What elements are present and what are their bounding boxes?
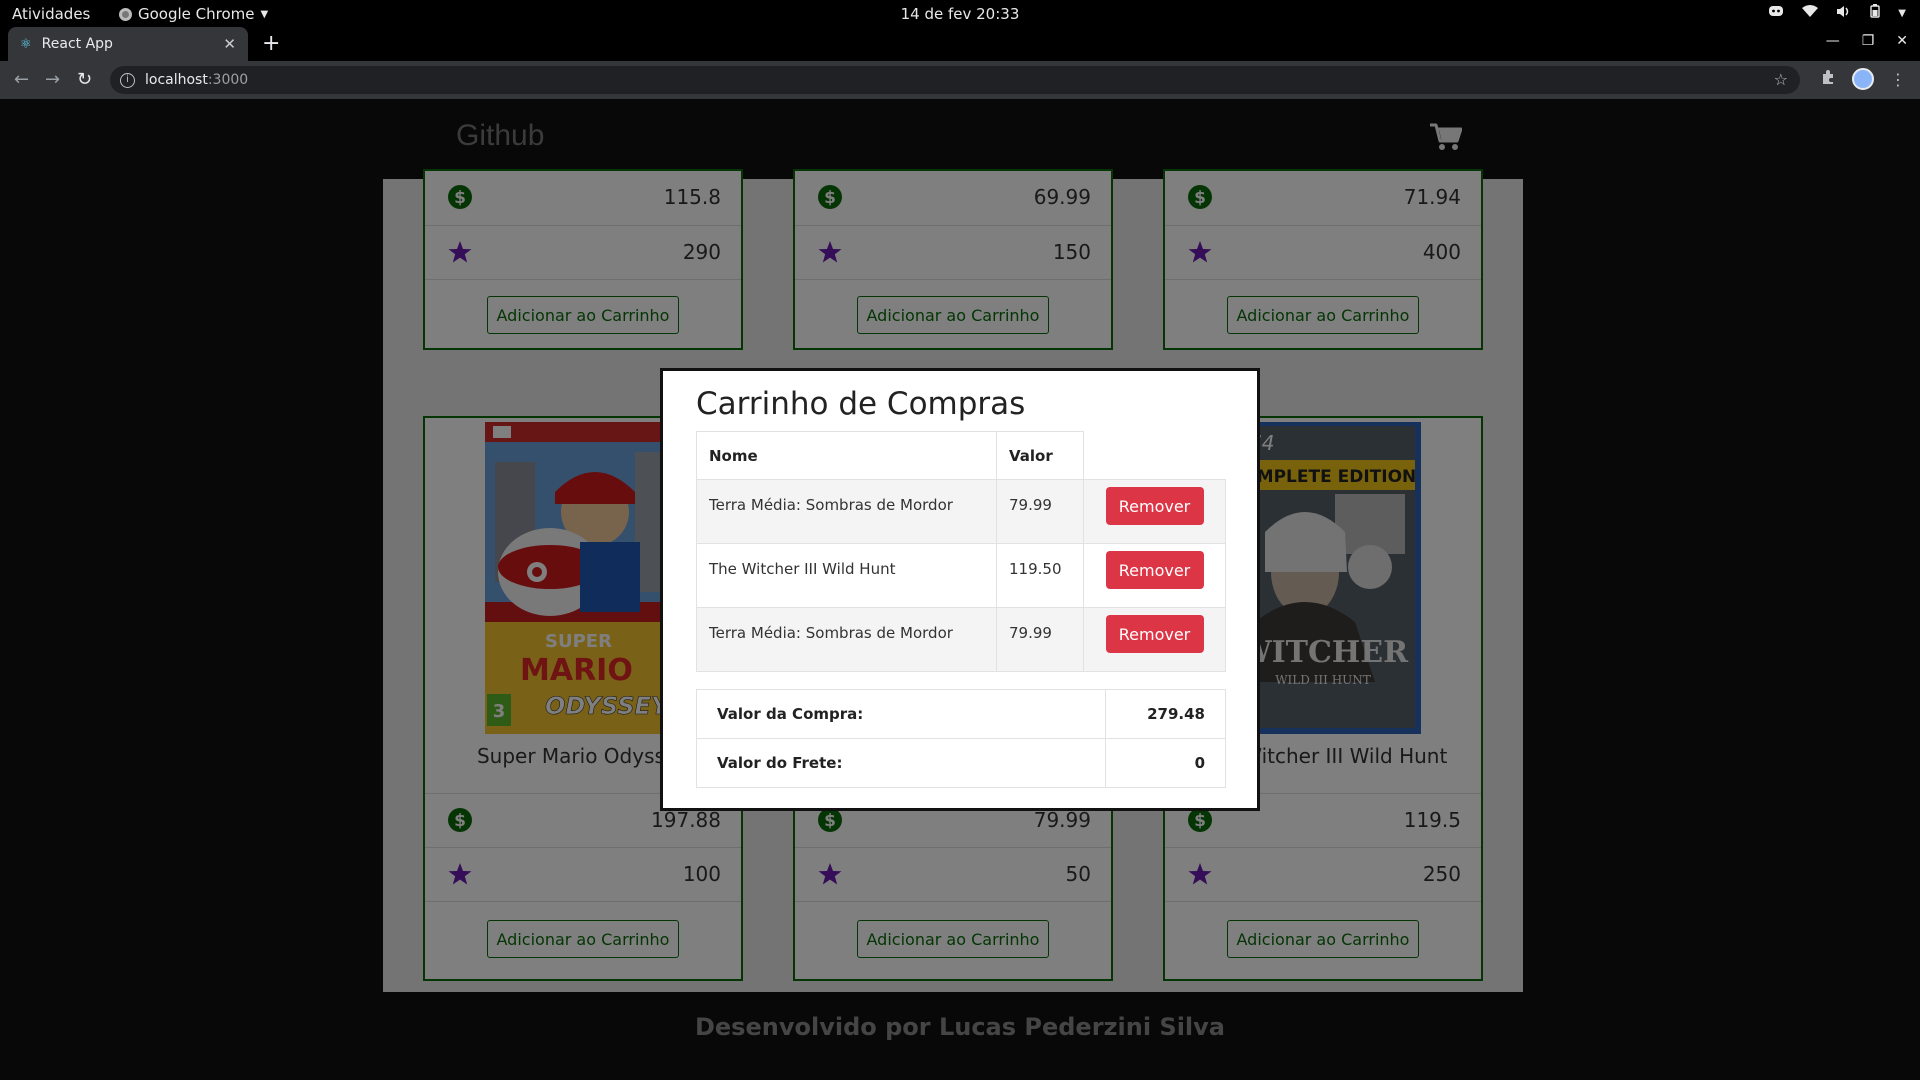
remove-button[interactable]: Remover — [1105, 487, 1204, 525]
address-bar[interactable]: i localhost:3000 ☆ — [110, 66, 1800, 94]
browser-toolbar: ← → ↻ i localhost:3000 ☆ ⋮ — [0, 61, 1920, 99]
table-row: Terra Média: Sombras de Mordor 79.99 Rem… — [696, 479, 1226, 544]
url-host: localhost — [145, 72, 208, 88]
window-controls: — ❐ ✕ — [1826, 33, 1908, 49]
item-name: The Witcher III Wild Hunt — [696, 543, 997, 608]
totals-table: Valor da Compra: 279.48 Valor do Frete: … — [696, 689, 1226, 788]
discord-icon[interactable] — [1768, 5, 1784, 21]
purchase-total-row: Valor da Compra: 279.48 — [696, 689, 1226, 739]
extensions-icon[interactable] — [1820, 69, 1836, 89]
profile-avatar[interactable] — [1852, 68, 1874, 90]
remove-button[interactable]: Remover — [1105, 615, 1204, 653]
column-header-actions — [1083, 431, 1226, 480]
purchase-total-label: Valor da Compra: — [696, 689, 1106, 739]
battery-icon[interactable] — [1870, 4, 1880, 22]
table-row: Terra Média: Sombras de Mordor 79.99 Rem… — [696, 607, 1226, 672]
system-tray[interactable]: ▼ — [1768, 4, 1906, 22]
column-header-value: Valor — [996, 431, 1084, 480]
item-actions: Remover — [1083, 607, 1226, 672]
table-row: The Witcher III Wild Hunt 119.50 Remover — [696, 543, 1226, 608]
close-tab-icon[interactable]: ✕ — [223, 35, 236, 53]
purchase-total-value: 279.48 — [1105, 689, 1226, 739]
item-name: Terra Média: Sombras de Mordor — [696, 479, 997, 544]
wifi-icon[interactable] — [1802, 4, 1819, 22]
react-icon: ⚛ — [20, 36, 32, 52]
remove-button[interactable]: Remover — [1105, 551, 1204, 589]
modal-title: Carrinho de Compras — [696, 386, 1026, 422]
item-value: 79.99 — [996, 607, 1084, 672]
shipping-row: Valor do Frete: 0 — [696, 738, 1226, 788]
volume-icon[interactable] — [1836, 5, 1852, 22]
info-icon[interactable]: i — [120, 72, 135, 88]
cart-table: Nome Valor Terra Média: Sombras de Mordo… — [696, 431, 1226, 672]
toolbar-actions: ⋮ — [1820, 68, 1906, 90]
tab-strip: ⚛ React App ✕ + — ❐ ✕ — [0, 27, 1920, 61]
bookmark-star-icon[interactable]: ☆ — [1774, 70, 1788, 89]
menu-kebab-icon[interactable]: ⋮ — [1890, 70, 1906, 89]
caret-down-icon[interactable]: ▼ — [1898, 8, 1906, 19]
item-name: Terra Média: Sombras de Mordor — [696, 607, 997, 672]
minimize-icon[interactable]: — — [1826, 33, 1840, 49]
url-port: :3000 — [207, 72, 249, 88]
reload-icon[interactable]: ↻ — [77, 69, 92, 90]
shipping-label: Valor do Frete: — [696, 738, 1106, 788]
forward-icon[interactable]: → — [45, 69, 60, 90]
cart-modal: Carrinho de Compras Nome Valor Terra Méd… — [660, 368, 1260, 811]
clock[interactable]: 14 de fev 20:33 — [0, 5, 1920, 23]
item-actions: Remover — [1083, 543, 1226, 608]
new-tab-icon[interactable]: + — [262, 31, 280, 56]
tab-title: React App — [41, 36, 113, 52]
browser-tab[interactable]: ⚛ React App ✕ — [8, 27, 248, 61]
close-window-icon[interactable]: ✕ — [1896, 33, 1908, 49]
item-value: 79.99 — [996, 479, 1084, 544]
restore-icon[interactable]: ❐ — [1862, 33, 1875, 49]
web-page: Github $ 115.8 290 Adicionar ao Carrinho — [0, 99, 1920, 1080]
item-actions: Remover — [1083, 479, 1226, 544]
column-header-name: Nome — [696, 431, 997, 480]
shipping-value: 0 — [1105, 738, 1226, 788]
os-top-bar: Atividades Google Chrome ▼ 14 de fev 20:… — [0, 0, 1920, 27]
item-value: 119.50 — [996, 543, 1084, 608]
back-icon[interactable]: ← — [14, 69, 29, 90]
